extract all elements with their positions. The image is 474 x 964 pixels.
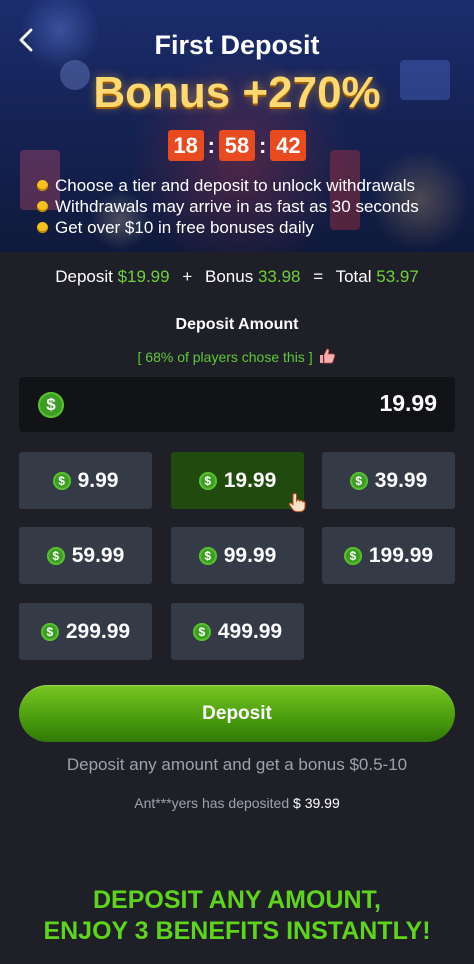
timer-minutes: 58 xyxy=(219,130,255,161)
bullet-coin-icon xyxy=(37,222,48,233)
timer-separator: : xyxy=(259,132,267,158)
benefit-text: Withdrawals may arrive in as fast as 30 … xyxy=(55,197,419,216)
deposit-summary: Deposit $19.99 + Bonus 33.98 = Total 53.… xyxy=(0,267,474,287)
bullet-coin-icon xyxy=(37,180,48,191)
tier-value: 99.99 xyxy=(223,543,277,567)
tier-option-selected[interactable]: $ 19.99 xyxy=(171,452,306,513)
tier-option[interactable]: $ 9.99 xyxy=(19,452,152,509)
amount-field[interactable]: $ 19.99 xyxy=(19,377,455,432)
benefit-item: Get over $10 in free bonuses daily xyxy=(37,217,419,238)
benefit-text: Choose a tier and deposit to unlock with… xyxy=(55,176,416,195)
dollar-coin-icon: $ xyxy=(192,622,211,641)
countdown-timer: 18 : 58 : 42 xyxy=(0,130,474,161)
amount-input[interactable]: 19.99 xyxy=(379,390,437,417)
hand-pointer-icon xyxy=(288,492,306,513)
dollar-coin-icon: $ xyxy=(198,546,217,565)
thumbs-up-icon xyxy=(320,348,336,364)
dollar-coin-icon: $ xyxy=(343,546,362,565)
recent-deposit-user: Ant***yers has deposited xyxy=(134,795,290,811)
popularity-text: [ 68% of players chose this ] xyxy=(137,349,313,365)
benefits-list: Choose a tier and deposit to unlock with… xyxy=(37,175,419,238)
promo-line-2: ENJOY 3 BENEFITS INSTANTLY! xyxy=(43,917,431,945)
benefit-item: Choose a tier and deposit to unlock with… xyxy=(37,175,419,196)
tier-value: 19.99 xyxy=(223,468,277,492)
recent-deposit-ticker: Ant***yers has deposited $ 39.99 xyxy=(0,795,474,811)
timer-separator: : xyxy=(207,132,215,158)
benefit-text: Get over $10 in free bonuses daily xyxy=(55,218,314,237)
tier-value: 9.99 xyxy=(77,468,119,492)
tier-value: 39.99 xyxy=(374,468,428,492)
tier-option[interactable]: $ 299.99 xyxy=(19,603,152,660)
tier-option[interactable]: $ 199.99 xyxy=(322,527,455,584)
timer-hours: 18 xyxy=(167,130,204,161)
dollar-coin-icon: $ xyxy=(46,546,65,565)
summary-bonus-value: 33.98 xyxy=(257,267,301,286)
dollar-coin-icon: $ xyxy=(52,471,71,490)
summary-deposit-label: Deposit xyxy=(55,267,113,286)
promo-line-1: DEPOSIT ANY AMOUNT, xyxy=(93,886,381,914)
dollar-coin-icon: $ xyxy=(349,471,368,490)
summary-total-value: 53.97 xyxy=(376,267,419,286)
summary-bonus-label: Bonus xyxy=(205,267,254,286)
promo-banner: DEPOSIT ANY AMOUNT, ENJOY 3 BENEFITS INS… xyxy=(0,885,474,947)
deposit-amount-heading: Deposit Amount xyxy=(175,316,299,333)
tier-value: 499.99 xyxy=(217,619,283,643)
recent-deposit-amount: $ 39.99 xyxy=(293,795,340,811)
timer-seconds: 42 xyxy=(270,130,307,161)
benefit-item: Withdrawals may arrive in as fast as 30 … xyxy=(37,196,419,217)
tier-value: 299.99 xyxy=(65,619,131,643)
dollar-coin-icon: $ xyxy=(198,471,217,490)
bullet-coin-icon xyxy=(37,201,48,212)
tier-value: 59.99 xyxy=(71,543,125,567)
tier-option[interactable]: $ 39.99 xyxy=(322,452,455,509)
summary-deposit-value: $19.99 xyxy=(117,267,170,286)
tier-option[interactable]: $ 499.99 xyxy=(171,603,304,660)
hero-banner: First Deposit Bonus +270% 18 : 58 : 42 C… xyxy=(0,0,474,252)
summary-plus: + xyxy=(182,267,193,286)
dollar-coin-icon: $ xyxy=(40,622,59,641)
bonus-headline: Bonus +270% xyxy=(93,68,381,117)
tier-option[interactable]: $ 99.99 xyxy=(171,527,304,584)
bonus-hint: Deposit any amount and get a bonus $0.5-… xyxy=(66,755,408,774)
popularity-note: [ 68% of players chose this ] xyxy=(0,348,474,365)
page-title: First Deposit xyxy=(154,30,320,60)
tier-option[interactable]: $ 59.99 xyxy=(19,527,152,584)
deposit-button[interactable]: Deposit xyxy=(19,685,455,742)
tier-value: 199.99 xyxy=(368,543,434,567)
summary-total-label: Total xyxy=(335,267,372,286)
dollar-coin-icon: $ xyxy=(38,392,64,418)
summary-equals: = xyxy=(313,267,324,286)
